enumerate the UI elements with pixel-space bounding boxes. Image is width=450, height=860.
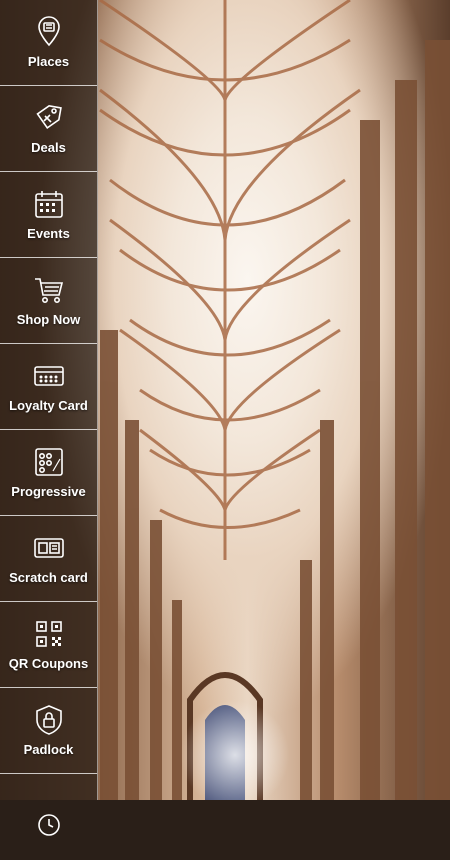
menu-item-deals[interactable]: Deals: [0, 86, 97, 172]
menu-item-scratch-card[interactable]: Scratch card: [0, 516, 97, 602]
menu-item-label: Places: [27, 54, 70, 69]
menu-item-label: Padlock: [23, 742, 74, 757]
menu-item-label: Loyalty Card: [9, 398, 88, 413]
menu-item-label: Deals: [31, 140, 66, 155]
more-icon: [37, 814, 60, 836]
sidebar-menu: Places Deals Events Shop Now Loyalty Car…: [0, 0, 98, 836]
menu-item-places[interactable]: Places: [0, 0, 97, 86]
menu-item-more[interactable]: [0, 774, 97, 860]
menu-item-shop-now[interactable]: Shop Now: [0, 258, 97, 344]
menu-item-label: QR Coupons: [8, 656, 89, 671]
menu-item-qr-coupons[interactable]: QR Coupons: [0, 602, 97, 688]
menu-item-events[interactable]: Events: [0, 172, 97, 258]
loyalty-card-icon: [33, 366, 64, 386]
map-pin-icon: [37, 16, 60, 47]
padlock-icon: [35, 705, 62, 735]
menu-item-label: Scratch card: [9, 570, 88, 585]
menu-item-loyalty-card[interactable]: Loyalty Card: [0, 344, 97, 430]
menu-item-padlock[interactable]: Padlock: [0, 688, 97, 774]
menu-item-progressive[interactable]: Progressive: [0, 430, 97, 516]
qr-code-icon: [35, 621, 62, 647]
menu-item-label: Events: [27, 226, 70, 241]
shopping-cart-icon: [34, 278, 63, 303]
calendar-icon: [34, 191, 63, 218]
scratch-card-icon: [33, 538, 64, 558]
menu-item-label: Progressive: [11, 484, 86, 499]
menu-item-label: Shop Now: [16, 312, 81, 327]
progressive-card-icon: [34, 448, 63, 476]
tag-icon: [35, 104, 62, 129]
